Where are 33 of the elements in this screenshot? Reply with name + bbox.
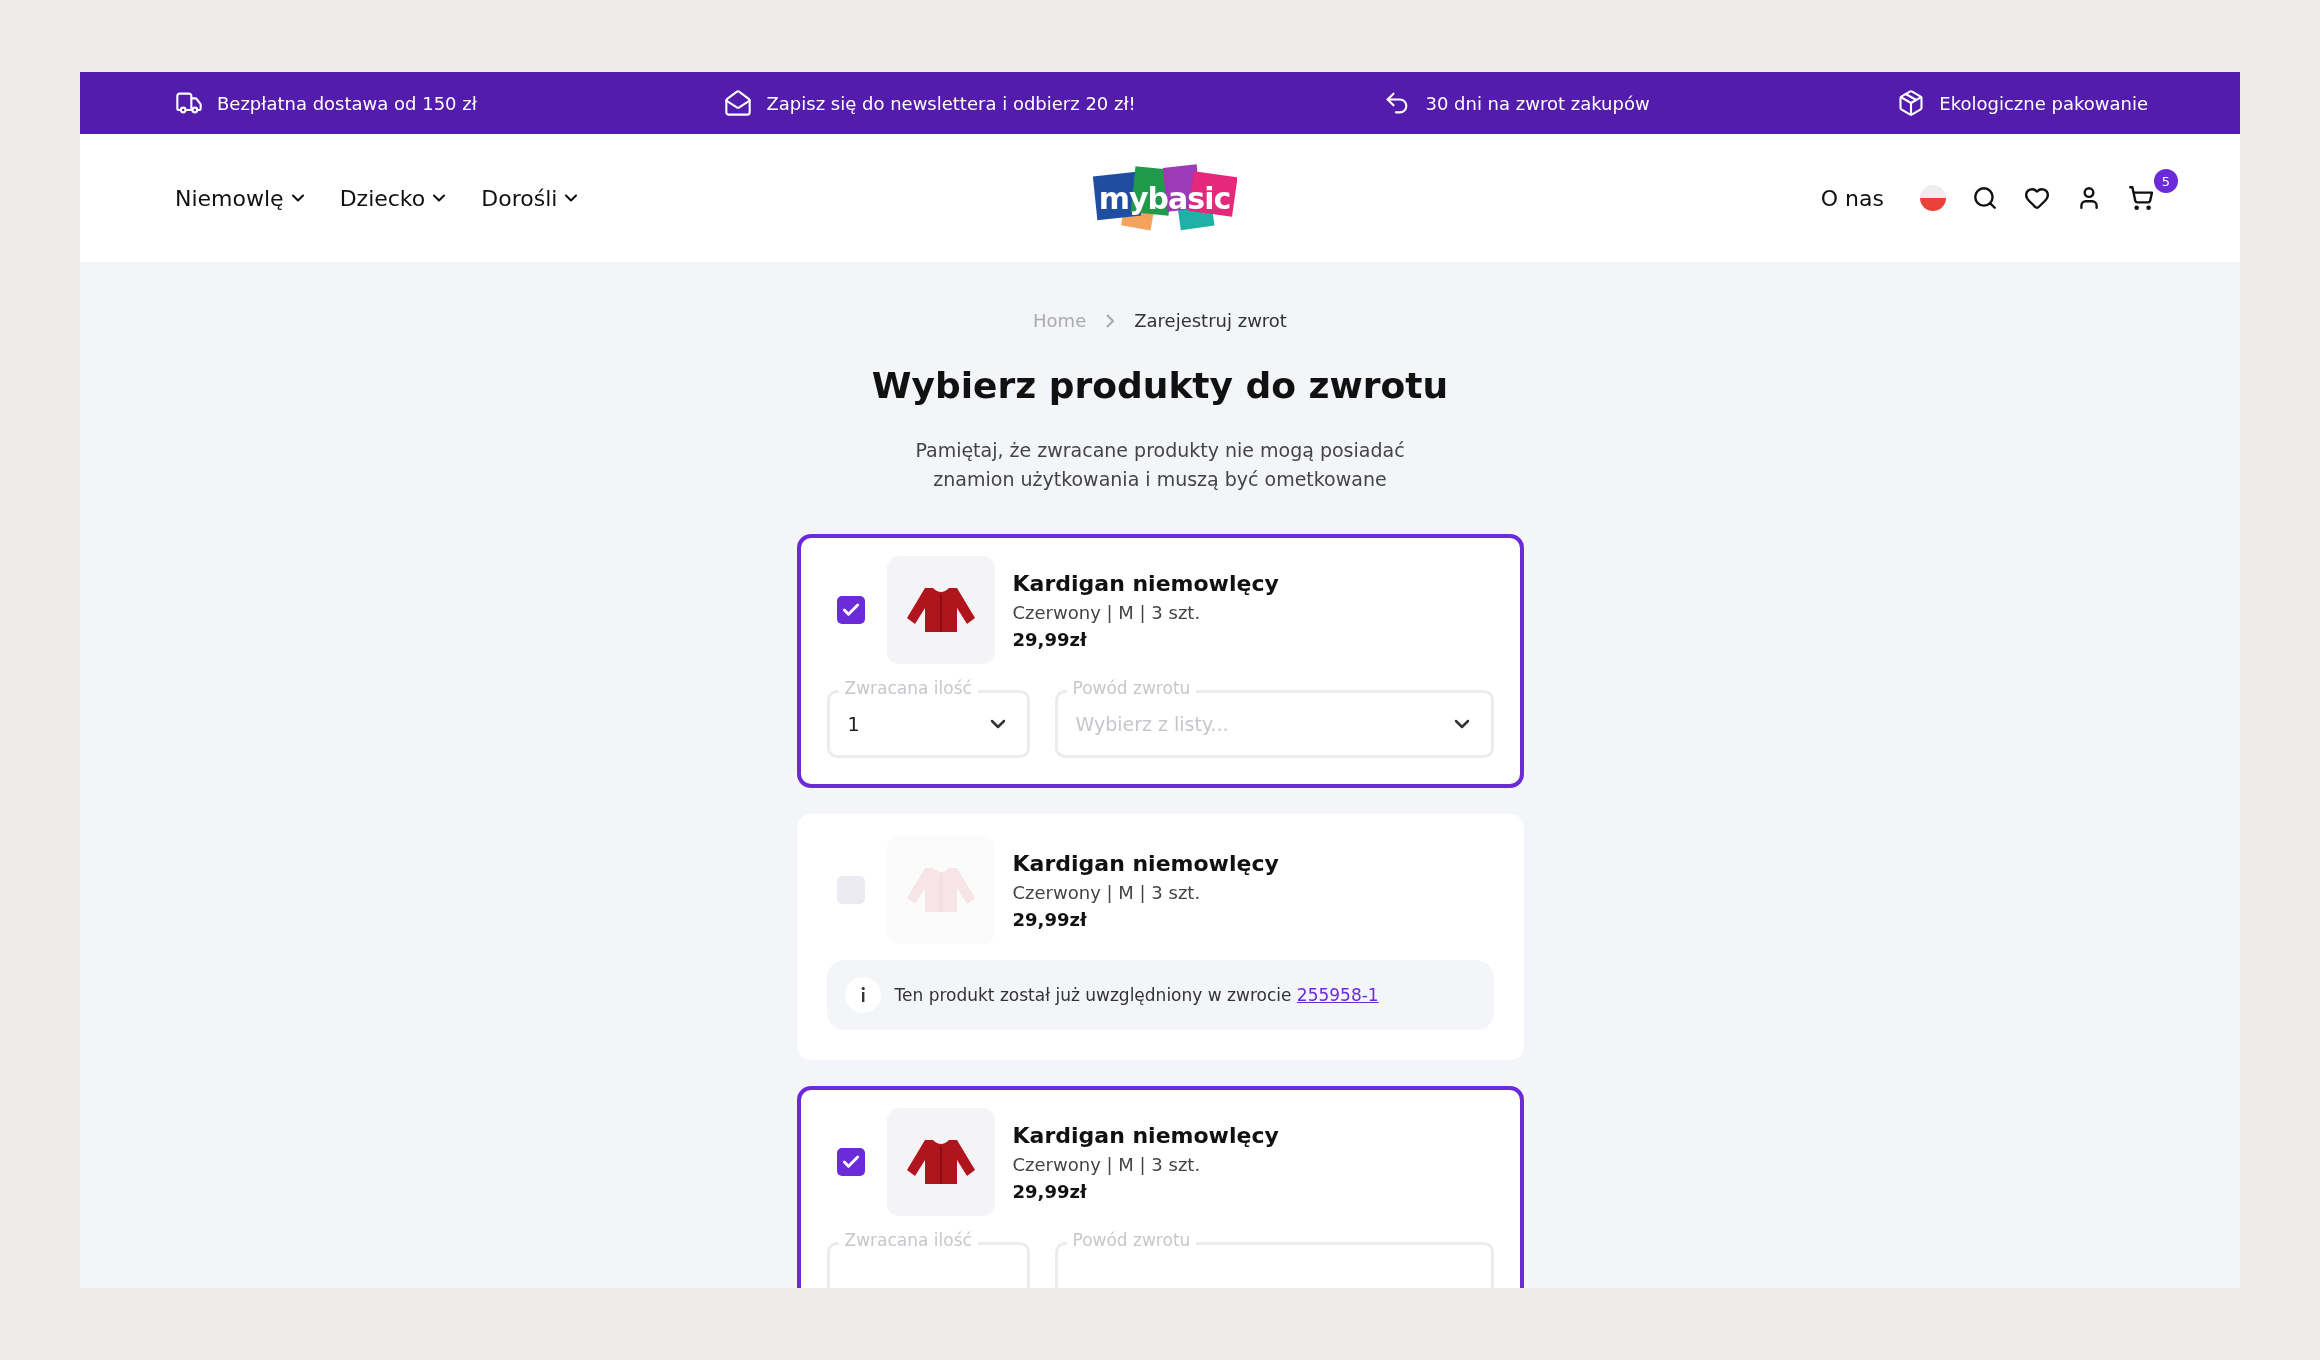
product-details: Czerwony | M | 3 szt. bbox=[1012, 881, 1202, 903]
search-icon[interactable] bbox=[1972, 185, 1998, 211]
product-name: Kardigan niemowlęcy bbox=[1012, 1122, 1279, 1148]
product-price: 29,99zł bbox=[1012, 908, 1088, 930]
nav-menu-link[interactable]: Dziecko bbox=[339, 185, 450, 211]
product-price: 29,99zł bbox=[1012, 1180, 1088, 1202]
nav-menu-link[interactable]: Dorośli bbox=[481, 185, 582, 211]
envelope-icon bbox=[724, 89, 753, 117]
notice-text: Ten produkt został już uwzględniony w zwrocie 255958-1 bbox=[894, 985, 1379, 1005]
box-icon bbox=[1897, 89, 1926, 117]
promo-text: Bezpłatna dostawa od 150 zł bbox=[217, 92, 477, 114]
info-icon bbox=[844, 977, 881, 1013]
cart-count-badge: 5 bbox=[2154, 169, 2178, 193]
select-field[interactable]: Zwracana ilość 1 bbox=[826, 676, 1030, 758]
product-details: Czerwony | M | 3 szt. bbox=[1012, 1153, 1202, 1175]
product-details: Czerwony | M | 3 szt. bbox=[1012, 601, 1202, 623]
page-title: Wybierz produkty do zwrotu bbox=[871, 365, 1449, 406]
checkbox[interactable] bbox=[836, 596, 865, 624]
cart-icon[interactable] bbox=[2128, 185, 2154, 211]
checkbox[interactable] bbox=[836, 1148, 865, 1176]
flag-icon[interactable] bbox=[1920, 185, 1946, 211]
product-price: 29,99zł bbox=[1012, 628, 1088, 650]
promo-text: Ekologiczne pakowanie bbox=[1939, 92, 2148, 114]
product-name: Kardigan niemowlęcy bbox=[1012, 850, 1279, 876]
promo-text: Zapisz się do newslettera i odbierz 20 zł! bbox=[766, 92, 1136, 114]
promo-text: 30 dni na zwrot zakupów bbox=[1425, 92, 1650, 114]
page-subtitle: Pamiętaj, że zwracane produkty nie mogą posiadać znamion użytkowania i muszą być ometkowane bbox=[915, 438, 1405, 492]
about-link[interactable]: O nas bbox=[1820, 185, 1884, 211]
product-name: Kardigan niemowlęcy bbox=[1012, 570, 1279, 596]
breadcrumb-link[interactable]: Zarejestruj zwrot bbox=[1134, 310, 1287, 331]
heart-icon[interactable] bbox=[2024, 185, 2050, 211]
nav-menu-link[interactable]: Niemowlę bbox=[175, 185, 308, 211]
chevron-icon bbox=[1106, 313, 1115, 328]
